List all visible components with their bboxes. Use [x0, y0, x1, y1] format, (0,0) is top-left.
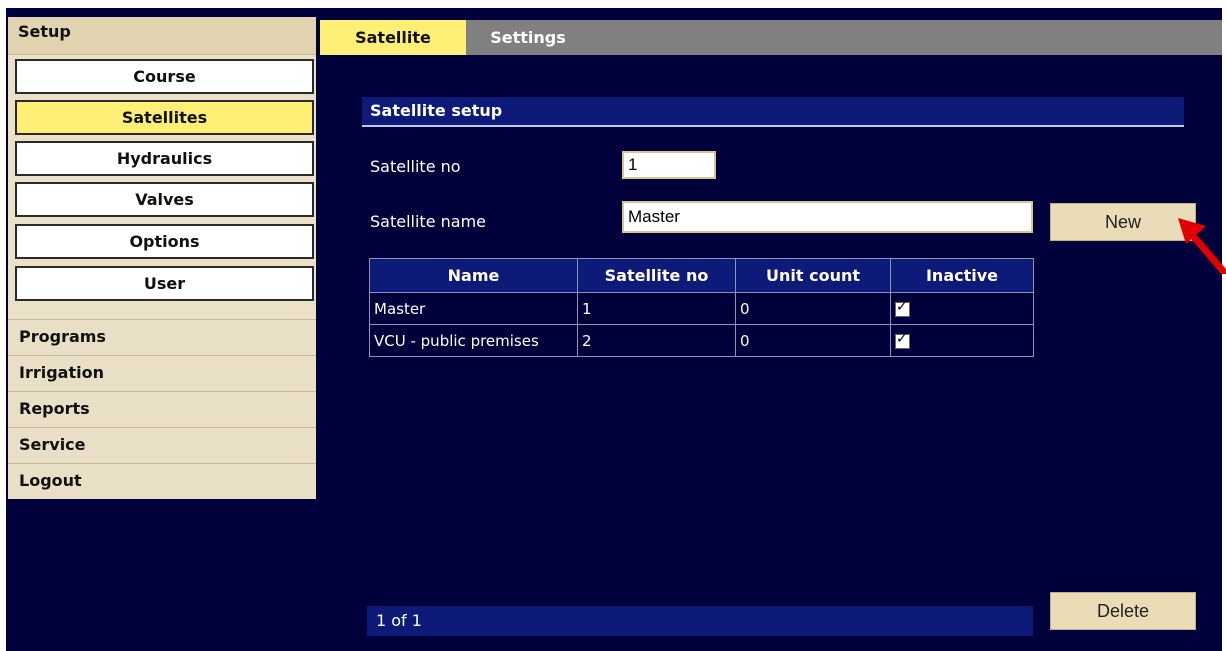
- section-header: Satellite setup: [362, 97, 1184, 127]
- table-header-row: Name Satellite no Unit count Inactive: [369, 258, 1034, 293]
- nav-sub-item-hydraulics[interactable]: Hydraulics: [15, 141, 314, 176]
- cell-satellite-no: 1: [577, 292, 736, 325]
- column-header-unit-count[interactable]: Unit count: [735, 258, 891, 293]
- new-button[interactable]: New: [1050, 203, 1196, 241]
- cell-unit-count: 0: [735, 324, 891, 357]
- table-row[interactable]: Master 1 0: [369, 292, 1034, 325]
- satellite-name-input[interactable]: [622, 201, 1033, 233]
- cell-name: VCU - public premises: [369, 324, 578, 357]
- cell-inactive: [890, 324, 1034, 357]
- tab-bar: Satellite Settings: [320, 20, 1222, 55]
- pager-bar: 1 of 1: [367, 606, 1033, 636]
- cell-name: Master: [369, 292, 578, 325]
- nav-item-label: Logout: [19, 471, 82, 490]
- satellite-no-input[interactable]: [622, 151, 716, 179]
- nav-item-irrigation[interactable]: Irrigation: [8, 355, 316, 391]
- nav-item-label: Reports: [19, 399, 90, 418]
- nav-sub-item-satellites[interactable]: Satellites: [15, 100, 314, 135]
- table-row[interactable]: VCU - public premises 2 0: [369, 324, 1034, 357]
- tab-settings[interactable]: Settings: [466, 20, 590, 55]
- nav-item-reports[interactable]: Reports: [8, 391, 316, 427]
- nav-sub-item-valves[interactable]: Valves: [15, 182, 314, 217]
- nav-sub-item-options[interactable]: Options: [15, 224, 314, 259]
- nav-item-label: Irrigation: [19, 363, 104, 382]
- tab-satellite[interactable]: Satellite: [320, 20, 466, 55]
- satellite-no-label: Satellite no: [370, 157, 461, 176]
- column-header-satellite-no[interactable]: Satellite no: [577, 258, 736, 293]
- cell-unit-count: 0: [735, 292, 891, 325]
- column-header-inactive[interactable]: Inactive: [890, 258, 1034, 293]
- delete-button[interactable]: Delete: [1050, 592, 1196, 630]
- satellite-name-label: Satellite name: [370, 212, 486, 231]
- satellite-table: Name Satellite no Unit count Inactive Ma…: [369, 258, 1034, 357]
- nav-sub-item-user[interactable]: User: [15, 266, 314, 301]
- nav-sub-item-course[interactable]: Course: [15, 59, 314, 94]
- inactive-checkbox[interactable]: [895, 299, 910, 317]
- nav-header-label: Setup: [18, 22, 71, 41]
- nav-item-logout[interactable]: Logout: [8, 463, 316, 499]
- nav-item-programs[interactable]: Programs: [8, 319, 316, 355]
- inactive-checkbox[interactable]: [895, 331, 910, 349]
- section-title: Satellite setup: [370, 101, 503, 120]
- cell-inactive: [890, 292, 1034, 325]
- main-navigation: Setup Course Satellites Hydraulics Valve…: [8, 17, 316, 499]
- nav-header-setup[interactable]: Setup: [8, 17, 316, 55]
- cell-satellite-no: 2: [577, 324, 736, 357]
- annotation-arrow-icon: [1178, 218, 1226, 274]
- nav-item-service[interactable]: Service: [8, 427, 316, 463]
- nav-item-label: Service: [19, 435, 86, 454]
- nav-item-label: Programs: [19, 327, 106, 346]
- pager-text: 1 of 1: [376, 611, 422, 630]
- column-header-name[interactable]: Name: [369, 258, 578, 293]
